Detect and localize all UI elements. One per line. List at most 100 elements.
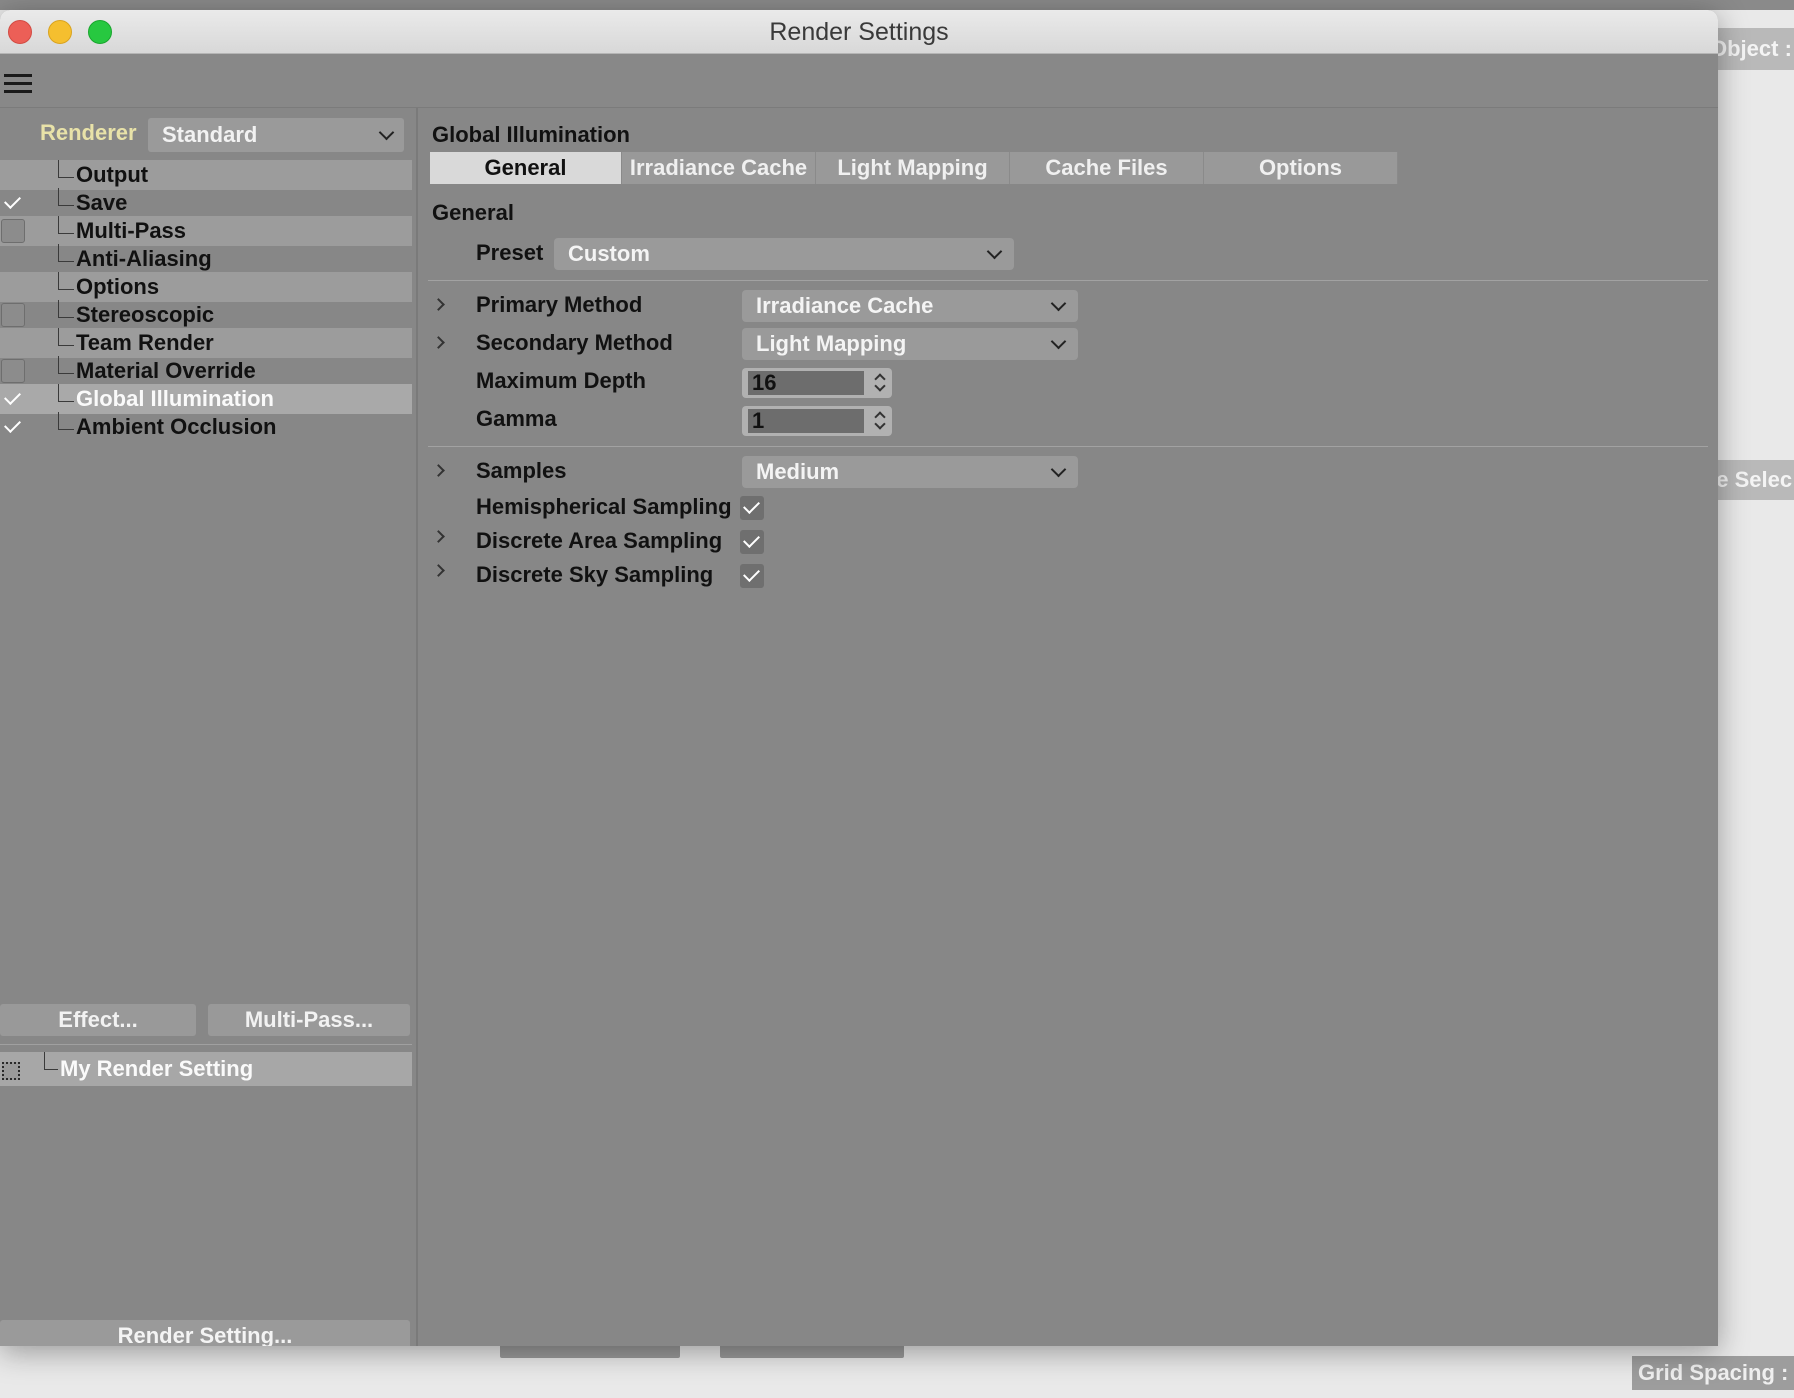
- multi-pass-checkbox[interactable]: [1, 219, 25, 243]
- toolbar: [0, 54, 1718, 108]
- background-grid-spacing: Grid Spacing :: [1632, 1356, 1794, 1390]
- chevron-right-icon[interactable]: [432, 564, 445, 577]
- render-settings-window: Render Settings Renderer Standard Output…: [0, 10, 1718, 1346]
- tree-connector: [58, 244, 74, 262]
- primary-method-label: Primary Method: [476, 292, 643, 317]
- renderer-value: Standard: [162, 122, 258, 147]
- arrow-down-icon[interactable]: [874, 380, 886, 392]
- renderer-label: Renderer: [40, 120, 137, 145]
- preset-label: Preset: [476, 240, 544, 265]
- sidebar-item-options[interactable]: Options: [0, 272, 412, 302]
- render-setting-item[interactable]: My Render Setting: [0, 1052, 412, 1086]
- effect-button[interactable]: Effect...: [0, 1004, 196, 1036]
- sidebar-item-multi-pass[interactable]: Multi-Pass: [0, 216, 412, 246]
- gamma-input[interactable]: 1: [748, 409, 864, 433]
- ambient-occlusion-checkbox[interactable]: [1, 415, 25, 439]
- tab-light-mapping[interactable]: Light Mapping: [816, 152, 1010, 184]
- tab-bar: General Irradiance Cache Light Mapping C…: [430, 152, 1398, 184]
- material-override-checkbox[interactable]: [1, 359, 25, 383]
- chevron-down-icon: [986, 243, 1003, 260]
- stereoscopic-checkbox[interactable]: [1, 303, 25, 327]
- sidebar-item-label: Save: [76, 190, 128, 215]
- sidebar-item-label: Anti-Aliasing: [76, 246, 212, 271]
- tab-general[interactable]: General: [430, 152, 622, 184]
- title-bar[interactable]: Render Settings: [0, 10, 1718, 54]
- samples-dropdown[interactable]: Medium: [742, 456, 1078, 488]
- chevron-down-icon: [1050, 333, 1067, 350]
- tree-connector: [58, 300, 74, 318]
- maximum-depth-label: Maximum Depth: [476, 368, 646, 393]
- primary-method-dropdown[interactable]: Irradiance Cache: [742, 290, 1078, 322]
- samples-label: Samples: [476, 458, 567, 483]
- tree-connector: [58, 272, 74, 290]
- secondary-method-label: Secondary Method: [476, 330, 673, 355]
- window-title: Render Settings: [769, 18, 949, 46]
- sidebar-item-label: Global Illumination: [76, 386, 274, 411]
- divider: [428, 446, 1708, 447]
- tree-connector: [58, 384, 74, 402]
- gamma-label: Gamma: [476, 406, 557, 431]
- tree-connector: [58, 188, 74, 206]
- chevron-right-icon[interactable]: [432, 298, 445, 311]
- renderer-dropdown[interactable]: Standard: [148, 118, 404, 152]
- tree-connector: [58, 356, 74, 374]
- preset-value: Custom: [568, 241, 650, 266]
- sidebar-item-label: Options: [76, 274, 160, 299]
- sidebar-item-material-override[interactable]: Material Override: [0, 356, 412, 386]
- tree-connector: [58, 328, 74, 346]
- maximum-depth-input[interactable]: 16: [748, 371, 864, 395]
- sidebar-item-ambient-occlusion[interactable]: Ambient Occlusion: [0, 412, 412, 442]
- primary-method-value: Irradiance Cache: [756, 293, 934, 318]
- maximum-depth-stepper[interactable]: 16: [742, 368, 892, 398]
- sidebar-item-anti-aliasing[interactable]: Anti-Aliasing: [0, 244, 412, 274]
- sidebar-item-output[interactable]: Output: [0, 160, 412, 190]
- tab-options[interactable]: Options: [1204, 152, 1398, 184]
- settings-sidebar: Renderer Standard Output Save Multi-Pass…: [0, 108, 418, 1346]
- group-title: General: [432, 200, 514, 225]
- chevron-right-icon[interactable]: [432, 530, 445, 543]
- multi-pass-button[interactable]: Multi-Pass...: [208, 1004, 410, 1036]
- chevron-right-icon[interactable]: [432, 336, 445, 349]
- secondary-method-dropdown[interactable]: Light Mapping: [742, 328, 1078, 360]
- sidebar-item-label: Stereoscopic: [76, 302, 215, 327]
- chevron-down-icon: [378, 124, 395, 141]
- divider: [428, 280, 1708, 281]
- sidebar-item-save[interactable]: Save: [0, 188, 412, 218]
- sidebar-item-label: Multi-Pass: [76, 218, 187, 243]
- sidebar-item-label: Material Override: [76, 358, 256, 383]
- sidebar-item-label: Output: [76, 162, 149, 187]
- tab-irradiance-cache[interactable]: Irradiance Cache: [622, 152, 816, 184]
- discrete-area-sampling-label: Discrete Area Sampling: [476, 528, 723, 553]
- render-setting-button[interactable]: Render Setting...: [0, 1320, 410, 1346]
- tab-cache-files[interactable]: Cache Files: [1010, 152, 1204, 184]
- save-checkbox[interactable]: [1, 191, 25, 215]
- arrow-down-icon[interactable]: [874, 418, 886, 430]
- tree-connector: [58, 160, 74, 178]
- chevron-down-icon: [1050, 461, 1067, 478]
- sidebar-item-label: Team Render: [76, 330, 214, 355]
- divider: [0, 1044, 412, 1045]
- sidebar-item-team-render[interactable]: Team Render: [0, 328, 412, 358]
- discrete-sky-sampling-label: Discrete Sky Sampling: [476, 562, 714, 587]
- sidebar-item-global-illumination[interactable]: Global Illumination: [0, 384, 412, 414]
- samples-value: Medium: [756, 459, 840, 484]
- gamma-stepper[interactable]: 1: [742, 406, 892, 436]
- chevron-right-icon[interactable]: [432, 464, 445, 477]
- background-top-strip: [0, 0, 1794, 10]
- chevron-down-icon: [1050, 295, 1067, 312]
- sidebar-item-stereoscopic[interactable]: Stereoscopic: [0, 300, 412, 330]
- tree-connector: [58, 412, 74, 430]
- hemispherical-sampling-label: Hemispherical Sampling: [476, 494, 732, 519]
- hemispherical-sampling-checkbox[interactable]: [740, 496, 764, 520]
- tree-connector: [58, 216, 74, 234]
- global-illumination-checkbox[interactable]: [1, 387, 25, 411]
- discrete-sky-sampling-checkbox[interactable]: [740, 564, 764, 588]
- sidebar-item-label: Ambient Occlusion: [76, 414, 277, 439]
- menu-icon[interactable]: [4, 74, 32, 94]
- discrete-area-sampling-checkbox[interactable]: [740, 530, 764, 554]
- secondary-method-value: Light Mapping: [756, 331, 907, 356]
- section-title: Global Illumination: [432, 122, 630, 147]
- render-setting-icon: [2, 1062, 20, 1080]
- preset-dropdown[interactable]: Custom: [554, 238, 1014, 270]
- tree-connector: [44, 1052, 58, 1070]
